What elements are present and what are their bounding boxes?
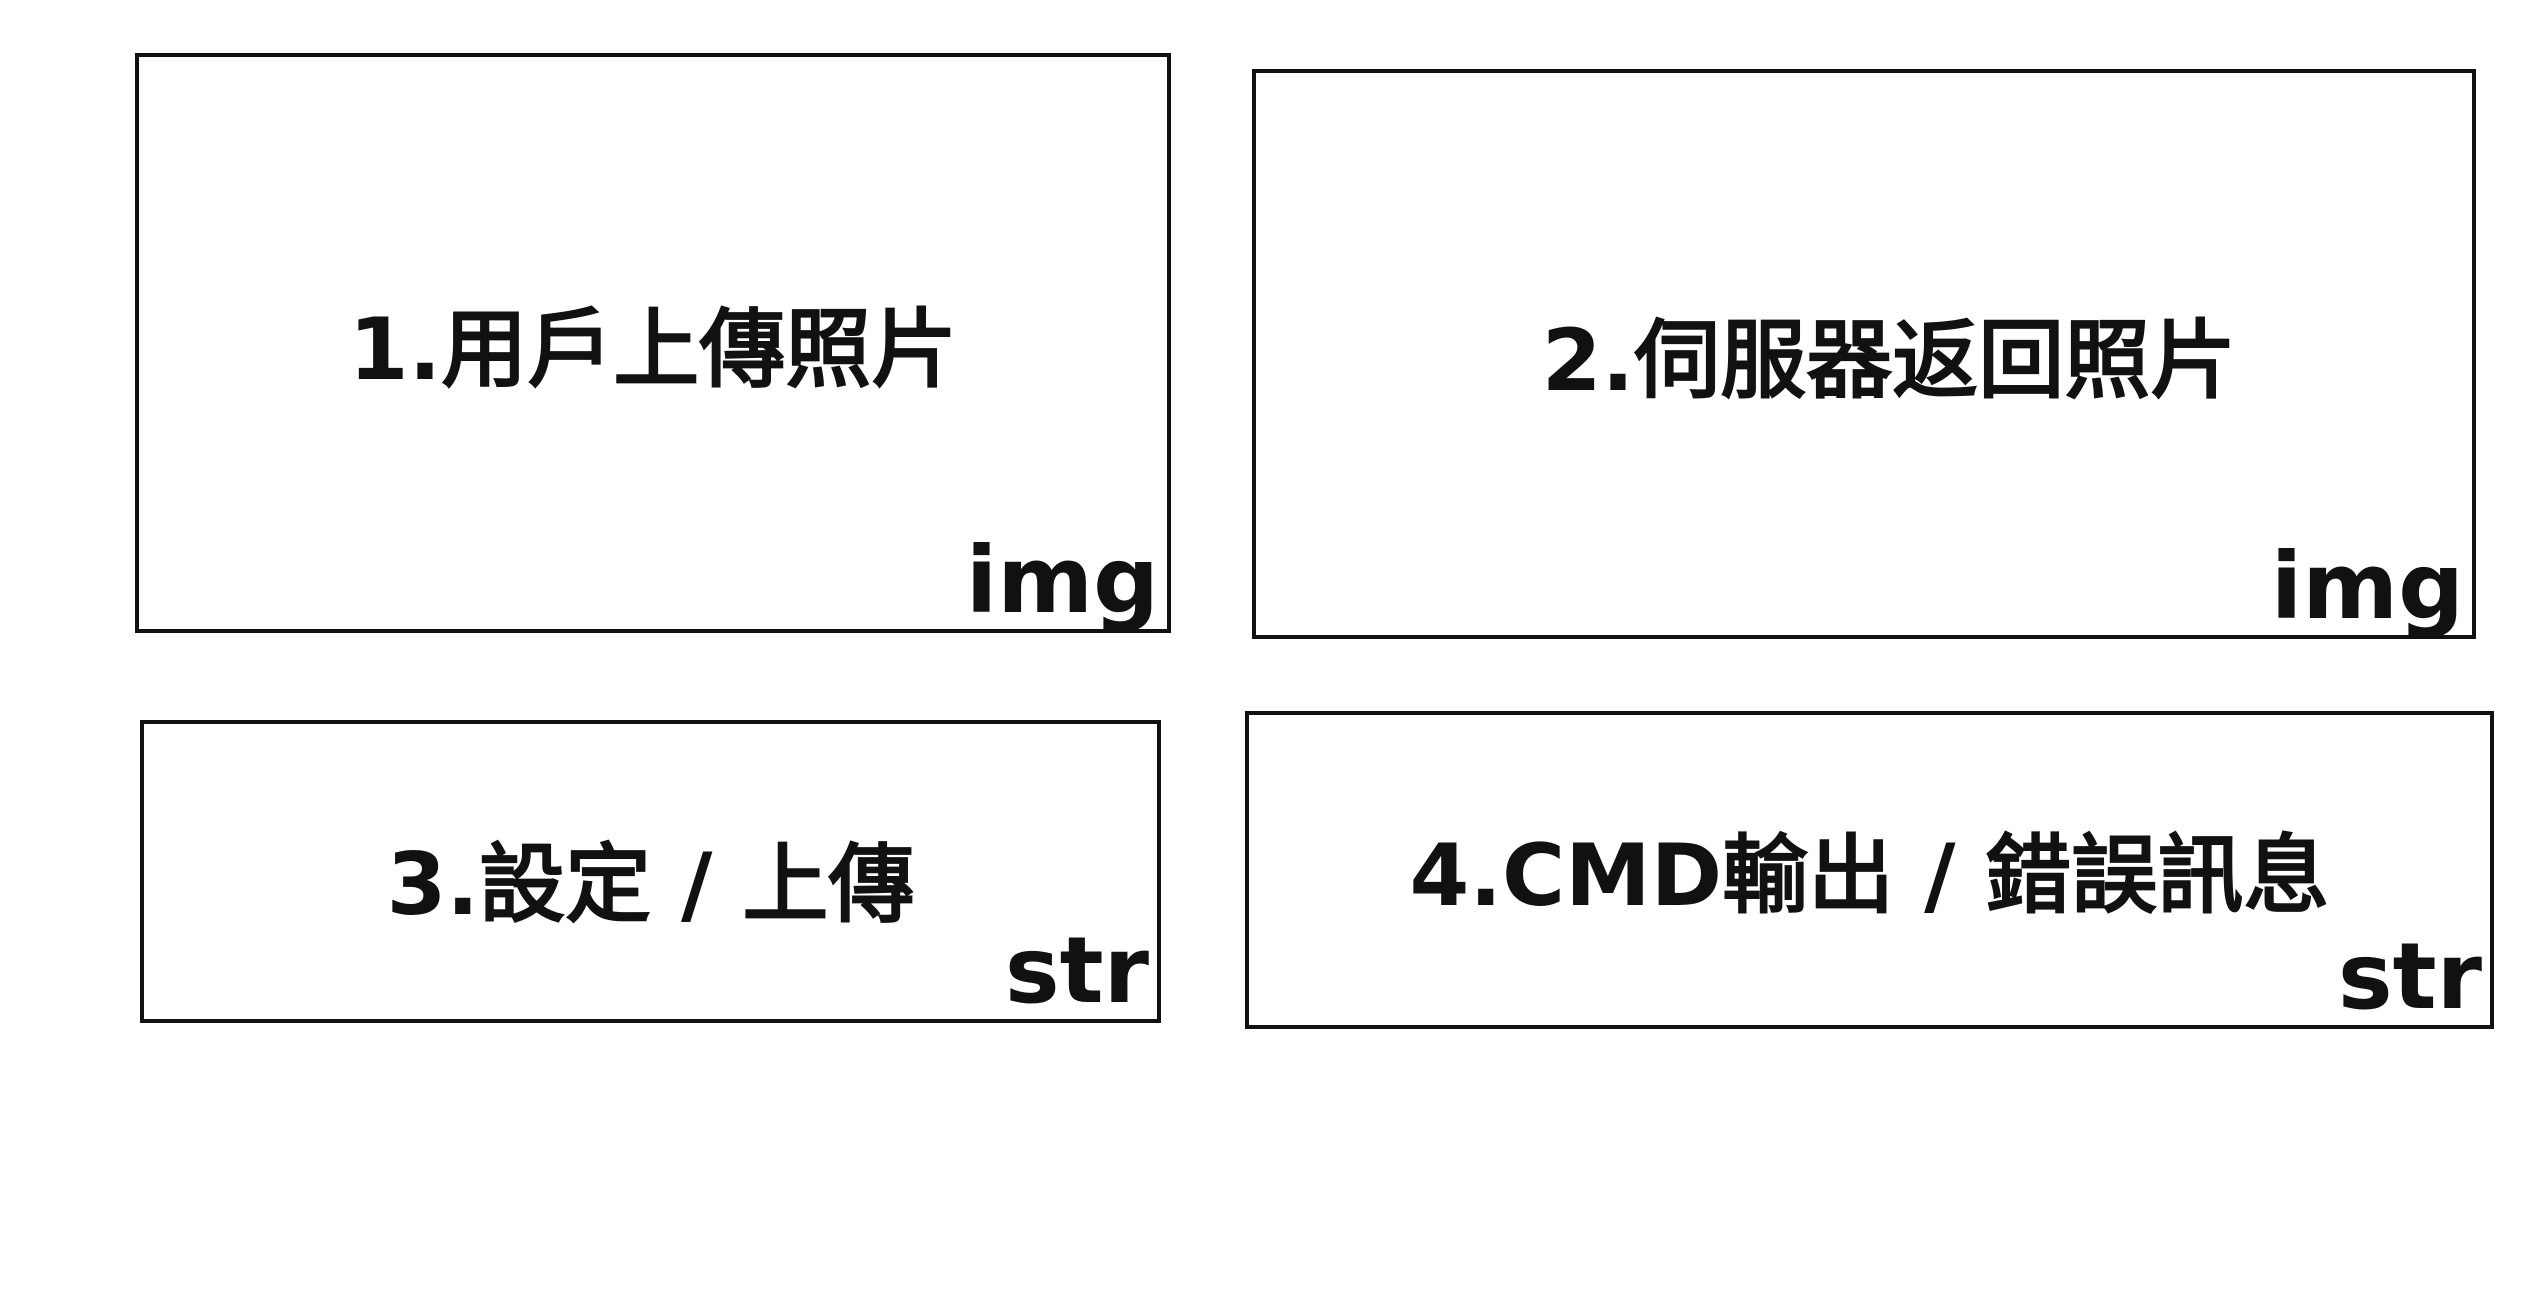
box-title: 3.設定 / 上傳: [386, 835, 915, 935]
box-type-label: img: [965, 527, 1159, 634]
box-type-label: str: [1004, 917, 1149, 1024]
box-type-label: str: [2337, 923, 2482, 1030]
settings-upload-box: 3.設定 / 上傳 str: [140, 720, 1161, 1023]
box-title: 4.CMD輸出 / 錯誤訊息: [1409, 826, 2330, 926]
user-upload-photo-box: 1.用戶上傳照片 img: [135, 53, 1171, 633]
box-title: 2.伺服器返回照片: [1541, 311, 2237, 411]
cmd-output-error-box: 4.CMD輸出 / 錯誤訊息 str: [1245, 711, 2494, 1029]
box-type-label: img: [2270, 533, 2464, 640]
server-return-photo-box: 2.伺服器返回照片 img: [1252, 69, 2476, 639]
box-title: 1.用戶上傳照片: [348, 300, 958, 400]
